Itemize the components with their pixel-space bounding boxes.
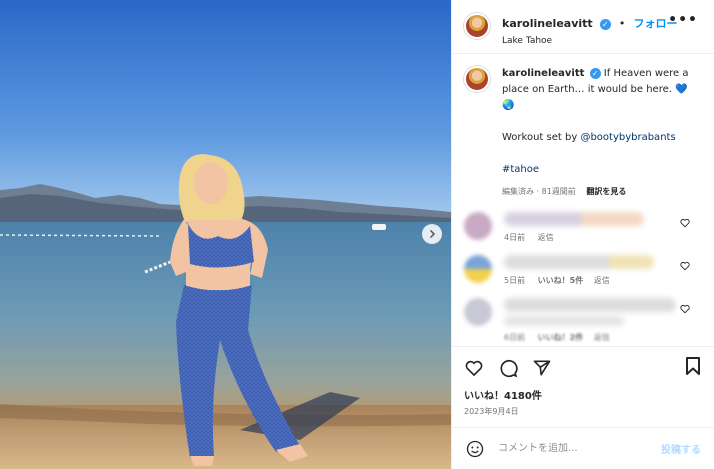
post-date: 2023年9月4日 [464,407,519,416]
caption-username[interactable]: karolineleavitt [502,68,584,79]
avatar[interactable] [464,212,492,240]
caption-edited-time: 編集済み · 81週間前 [502,187,576,196]
chevron-right-icon [429,229,436,239]
caption-text-1: If Heaven were a [603,68,689,79]
post-side-panel: karolineleavitt ✓ • フォロー Lake Tahoe ••• … [451,0,714,469]
comment-item: 6日前 いいね！2件 返信 [464,298,702,343]
caption-text-2: place on Earth… it would be here. 💙 [502,84,688,95]
verified-badge-icon: ✓ [589,68,601,79]
comment-input[interactable] [498,443,661,454]
avatar[interactable] [464,298,492,326]
heart-icon[interactable] [680,261,690,271]
bookmark-icon[interactable] [685,357,701,375]
comment-time: 6日前 [504,333,526,342]
comment-item: 4日前 返信 [464,212,702,243]
comment-like-count[interactable]: いいね！2件 [538,333,584,342]
comment-like-count[interactable]: いいね！5件 [538,276,584,285]
like-count[interactable]: いいね！4180件 [464,387,703,402]
post-comment-button[interactable]: 投稿する [661,441,701,456]
location-link[interactable]: Lake Tahoe [502,36,677,46]
comment-time: 4日前 [504,233,526,242]
mention-link[interactable]: @bootybybrabants [580,132,675,143]
carousel-next-button[interactable] [422,224,442,244]
hashtag-link[interactable]: #tahoe [502,164,539,175]
action-bar: いいね！4180件 2023年9月4日 [452,346,714,426]
avatar[interactable] [464,255,492,283]
caption: karolineleavitt ✓ If Heaven were a place… [464,66,702,200]
comment-reply-button[interactable]: 返信 [594,333,610,342]
comment-composer: 投稿する [452,427,714,469]
comment-text-redacted [504,212,644,226]
comment-reply-button[interactable]: 返信 [538,233,554,242]
share-icon[interactable] [532,358,552,378]
comments-section[interactable]: karolineleavitt ✓ If Heaven were a place… [452,54,714,346]
comment-text-redacted [504,298,676,312]
post-header: karolineleavitt ✓ • フォロー Lake Tahoe ••• [452,0,714,54]
verified-badge-icon: ✓ [599,19,611,30]
caption-workout-text: Workout set by [502,132,581,143]
more-options-icon[interactable]: ••• [668,12,698,28]
avatar[interactable] [464,13,490,39]
caption-text-3: 🌏 [502,100,515,111]
comment-item: 5日前 いいね！5件 返信 [464,255,702,286]
comment-reply-button[interactable]: 返信 [594,276,610,285]
heart-icon[interactable] [680,218,690,228]
heart-icon[interactable] [680,304,690,314]
comment-icon[interactable] [498,358,518,378]
heart-icon[interactable] [464,358,484,378]
separator: • [618,17,626,30]
comment-text-redacted [504,255,654,269]
author-username[interactable]: karolineleavitt [502,17,593,30]
photo-image [0,0,451,469]
comment-text-redacted [504,316,624,326]
avatar[interactable] [464,66,490,92]
comment-time: 5日前 [504,276,526,285]
post-photo[interactable] [0,0,451,469]
see-translation-link[interactable]: 翻訳を見る [586,187,626,196]
emoji-icon[interactable] [466,440,484,458]
